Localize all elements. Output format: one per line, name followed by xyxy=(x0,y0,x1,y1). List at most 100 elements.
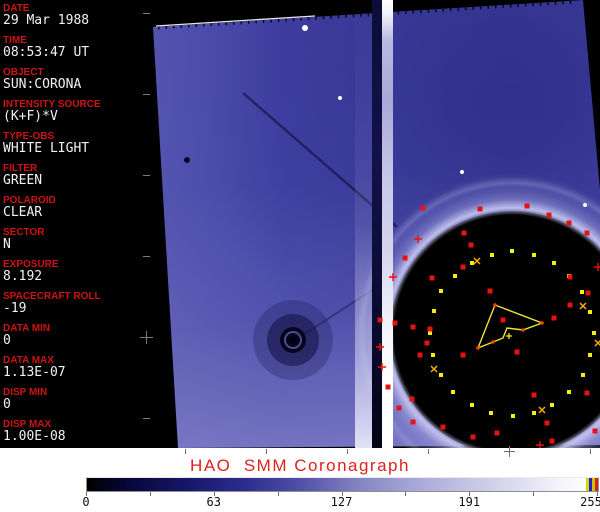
left-tick xyxy=(143,418,150,419)
red-fiducial-dot xyxy=(477,206,483,212)
metadata-field: DISP MIN 0 xyxy=(3,387,47,412)
footer: HAO SMM Coronagraph 0 63 127 191 255 xyxy=(0,446,600,512)
colorbar-tick xyxy=(277,492,279,496)
metadata-field: DATE 29 Mar 1988 xyxy=(3,3,89,28)
colorbar-tick-label: 127 xyxy=(330,495,353,509)
red-plus-mark xyxy=(389,273,397,281)
plot-title: HAO SMM Coronagraph xyxy=(190,456,410,475)
white-speck xyxy=(302,25,308,31)
red-fiducial-dot xyxy=(385,384,391,390)
fiducial-overlay-layer xyxy=(302,25,600,448)
polygon-vertex-dot xyxy=(521,328,525,332)
metadata-field: POLAROID CLEAR xyxy=(3,195,56,220)
red-fiducial-dot xyxy=(420,205,426,211)
red-fiducial-dot xyxy=(584,230,590,236)
bottom-tick xyxy=(266,449,267,454)
red-fiducial-dot xyxy=(584,390,590,396)
metadata-field: DISP MAX 1.00E-08 xyxy=(3,419,66,444)
white-speck xyxy=(460,170,464,174)
white-speck xyxy=(583,203,587,207)
yellow-plus-mark xyxy=(506,333,512,339)
yellow-fiducial-dot xyxy=(510,249,514,253)
red-fiducial-dot xyxy=(460,264,466,270)
metadata-field: TYPE-OBS WHITE LIGHT xyxy=(3,131,89,156)
field-value: 29 Mar 1988 xyxy=(3,13,90,28)
metadata-field: DATA MIN 0 xyxy=(3,323,50,348)
red-plus-mark xyxy=(414,235,422,243)
red-fiducial-dot xyxy=(396,405,402,411)
saturation-stripe xyxy=(595,478,598,491)
colorbar-tick-label: 63 xyxy=(206,495,221,509)
red-fiducial-dot xyxy=(427,326,433,332)
orange-x-mark xyxy=(430,365,438,373)
red-fiducial-dot xyxy=(440,424,446,430)
feature-polygon xyxy=(476,304,544,350)
colorbar-tick xyxy=(149,492,151,496)
red-fiducial-dot xyxy=(409,396,415,402)
red-fiducial-dot xyxy=(461,230,467,236)
red-fiducial-dot xyxy=(546,212,552,218)
field-value: 1.13E-07 xyxy=(3,365,66,380)
field-value: 0 xyxy=(3,397,11,412)
red-plus-mark xyxy=(378,363,386,371)
yellow-fiducial-dot xyxy=(567,390,571,394)
red-fiducial-dot xyxy=(402,255,408,261)
field-value: CLEAR xyxy=(3,205,43,220)
white-speck xyxy=(338,96,342,100)
field-value: GREEN xyxy=(3,173,43,188)
red-fiducial-dot xyxy=(417,352,423,358)
red-fiducial-dot xyxy=(377,317,383,323)
yellow-fiducial-dot xyxy=(451,390,455,394)
field-value: 0 xyxy=(3,333,11,348)
field-value: N xyxy=(3,237,11,252)
red-fiducial-dot xyxy=(424,340,430,346)
field-value: 08:53:47 UT xyxy=(3,45,90,60)
red-fiducial-dot xyxy=(531,392,537,398)
metadata-field: FILTER GREEN xyxy=(3,163,42,188)
left-tick xyxy=(143,256,150,257)
metadata-panel: DATE 29 Mar 1988 TIME 08:53:47 UT OBJECT SUN:… xyxy=(0,0,150,448)
red-fiducial-dot xyxy=(567,302,573,308)
red-fiducial-dot xyxy=(392,320,398,326)
field-value: 1.00E-08 xyxy=(3,429,66,444)
red-fiducial-dot xyxy=(514,349,520,355)
red-plus-mark xyxy=(594,263,600,271)
orange-x-mark xyxy=(579,302,587,310)
bottom-tick xyxy=(347,449,348,454)
yellow-fiducial-dot xyxy=(428,331,432,335)
metadata-field: DATA MAX 1.13E-07 xyxy=(3,355,66,380)
left-tick xyxy=(143,13,150,14)
yellow-fiducial-dot xyxy=(490,253,494,257)
yellow-fiducial-dot xyxy=(511,414,515,418)
yellow-fiducial-dot xyxy=(581,373,585,377)
yellow-fiducial-dot xyxy=(431,353,435,357)
metadata-field: EXPOSURE 8.192 xyxy=(3,259,59,284)
yellow-fiducial-dot xyxy=(550,403,554,407)
yellow-fiducial-dot xyxy=(432,309,436,313)
left-plus-mark xyxy=(146,331,147,344)
red-fiducial-dot xyxy=(468,242,474,248)
polygon-vertex-dot xyxy=(540,321,544,325)
red-plus-mark xyxy=(536,441,544,448)
left-tick xyxy=(143,94,150,95)
yellow-fiducial-dot xyxy=(552,261,556,265)
colorbar-tick-label: 0 xyxy=(82,495,90,509)
colorbar-tick-label: 255 xyxy=(580,495,600,509)
yellow-fiducial-dot xyxy=(532,253,536,257)
red-fiducial-dot xyxy=(585,290,591,296)
colorbar-tick xyxy=(405,492,407,496)
yellow-fiducial-dot xyxy=(489,411,493,415)
red-fiducial-dot xyxy=(544,420,550,426)
yellow-fiducial-dot xyxy=(588,310,592,314)
coronagraph-image xyxy=(150,0,600,448)
red-fiducial-dot xyxy=(410,324,416,330)
colorbar xyxy=(86,477,599,492)
field-value: 8.192 xyxy=(3,269,43,284)
yellow-fiducial-dot xyxy=(592,331,596,335)
orange-x-mark xyxy=(594,339,600,347)
metadata-field: OBJECT SUN:CORONA xyxy=(3,67,81,92)
metadata-field: INTENSITY SOURCE (K+F)*V xyxy=(3,99,101,124)
yellow-fiducial-dot xyxy=(470,261,474,265)
polygon-vertex-dot xyxy=(493,303,497,307)
red-fiducial-dot xyxy=(494,430,500,436)
